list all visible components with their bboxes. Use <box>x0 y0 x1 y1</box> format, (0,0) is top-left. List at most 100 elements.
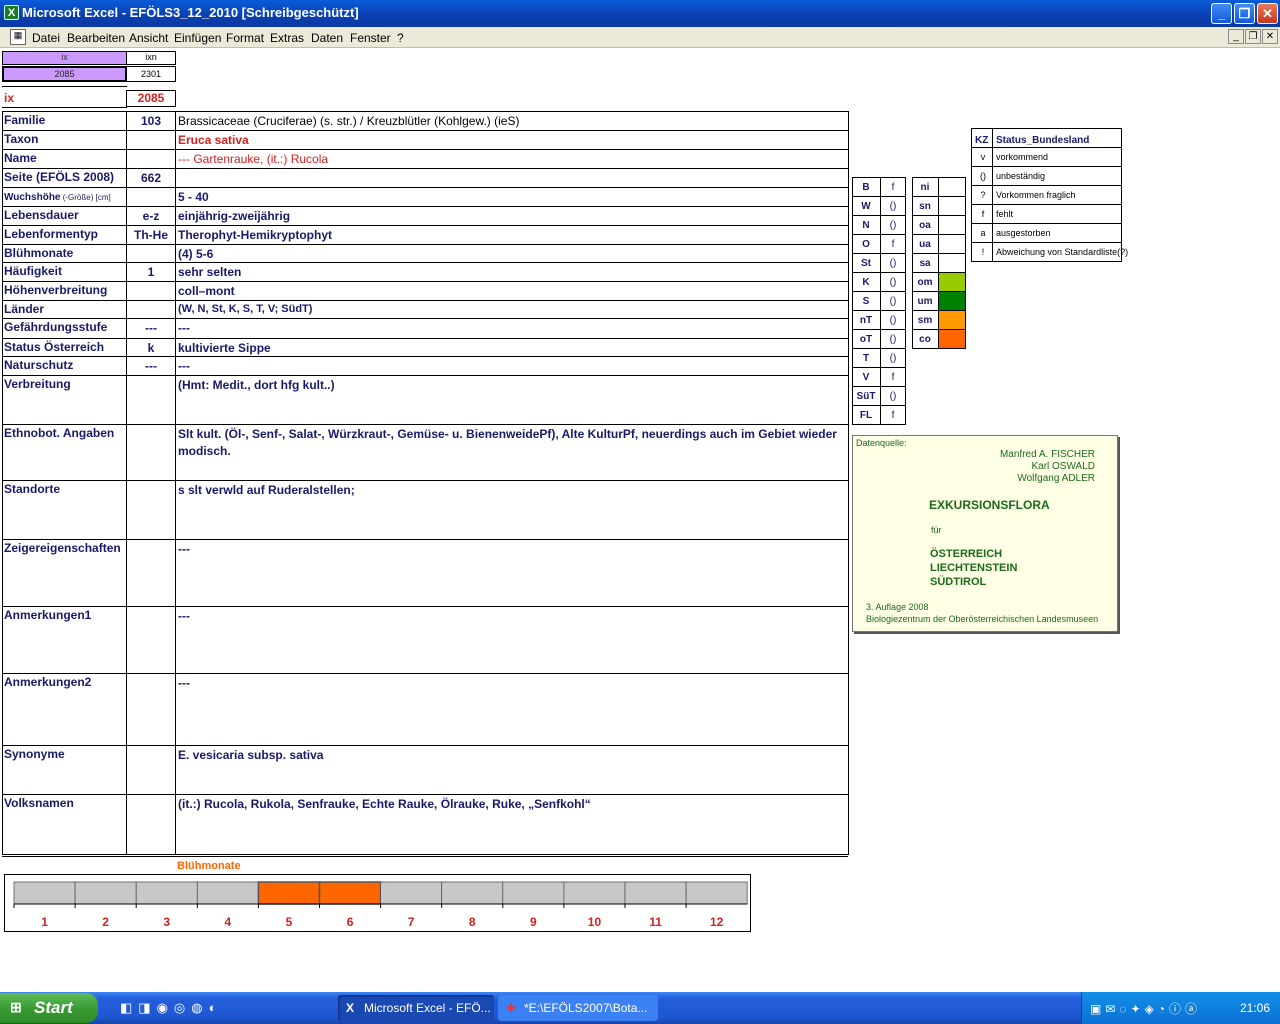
task-excel[interactable]: X Microsoft Excel - EFÖ... <box>338 995 494 1021</box>
region-code-5: K <box>862 277 870 288</box>
zone-code-4: sa <box>919 258 931 269</box>
close-button[interactable]: ✕ <box>1257 3 1278 24</box>
tray-icons[interactable]: ▣✉◌✦◈◔ⓘⓐ <box>1090 1000 1201 1017</box>
zone-color-8[interactable] <box>939 330 965 348</box>
region-code-4: St <box>861 258 871 269</box>
zone-color-5[interactable] <box>939 273 965 291</box>
menu-daten[interactable]: Daten <box>311 31 343 45</box>
book-edition: 3. Auflage 2008 <box>866 602 929 612</box>
quick-launch-icons[interactable]: ◧◨◉◎◍◐ <box>120 1000 222 1016</box>
menu-format[interactable]: Format <box>226 31 264 45</box>
title-bar: X Microsoft Excel - EFÖLS3_12_2010 [Schr… <box>0 0 1280 27</box>
window-title: Microsoft Excel - EFÖLS3_12_2010 [Schrei… <box>22 5 359 20</box>
region-value-6[interactable]: () <box>880 296 906 307</box>
region-value-8[interactable]: () <box>880 334 906 345</box>
bloom-month-label-4: 4 <box>225 915 232 929</box>
bloom-month-label-11: 11 <box>649 915 662 929</box>
menu-fenster[interactable]: Fenster <box>350 31 391 45</box>
menu-bearbeiten[interactable]: Bearbeiten <box>67 31 125 45</box>
worksheet[interactable]: ix ixn 2085 2301 ix 2085 Familie 103 Brass… <box>0 48 1280 992</box>
legend-kz-3: f <box>981 209 985 219</box>
bloom-bar-month-10 <box>563 881 626 905</box>
legend-kz-2: ? <box>980 190 986 200</box>
region-value-12[interactable]: f <box>880 410 906 421</box>
doc-minimize-icon[interactable]: _ <box>1228 29 1244 44</box>
data-source-panel: Datenquelle: Manfred A. FISCHER Karl OSW… <box>852 435 1118 632</box>
zone-code-1: sn <box>919 201 931 212</box>
clock: 21:06 <box>1239 1001 1270 1015</box>
region-code-0: B <box>862 182 870 193</box>
region-code-1: W <box>861 201 871 212</box>
menu-datei[interactable]: Datei <box>32 31 60 45</box>
region-code-8: oT <box>859 334 873 345</box>
bloom-bar-month-7 <box>380 881 443 905</box>
legend-text-4: ausgestorben <box>996 228 1051 238</box>
system-tray: ▣✉◌✦◈◔ⓘⓐ 21:06 <box>1081 992 1280 1024</box>
zone-code-2: oa <box>919 220 931 231</box>
menu-einfuegen[interactable]: Einfügen <box>174 31 221 45</box>
bloom-month-label-7: 7 <box>408 915 415 929</box>
zone-code-5: om <box>917 277 933 288</box>
start-button[interactable]: ⊞ Start <box>0 993 98 1023</box>
minimize-button[interactable]: _ <box>1211 3 1232 24</box>
region-value-2[interactable]: () <box>880 220 906 231</box>
author-1: Manfred A. FISCHER <box>999 449 1095 460</box>
bloom-month-label-8: 8 <box>469 915 476 929</box>
region-value-0[interactable]: f <box>880 182 906 193</box>
country-1: ÖSTERREICH <box>930 548 1003 560</box>
bloom-bar-month-9 <box>502 881 565 905</box>
bloom-bar-month-12 <box>685 881 748 905</box>
region-value-5[interactable]: () <box>880 277 906 288</box>
region-code-9: T <box>862 353 870 364</box>
region-code-7: nT <box>859 315 873 326</box>
zone-color-6[interactable] <box>939 292 965 310</box>
menu-bar: ▦ Datei Bearbeiten Ansicht Einfügen Form… <box>0 27 1280 48</box>
region-value-7[interactable]: () <box>880 315 906 326</box>
bloom-chart: 1 2 3 4 5 6 7 8 9 10 11 12 <box>13 881 748 929</box>
zone-color-7[interactable] <box>939 311 965 329</box>
bloom-bar-month-1 <box>13 881 76 905</box>
bloom-month-label-10: 10 <box>588 915 602 929</box>
legend-text-2: Vorkommen fraglich <box>996 190 1076 200</box>
menu-extras[interactable]: Extras <box>270 31 304 45</box>
bloom-month-label-2: 2 <box>102 915 109 929</box>
source-label: Datenquelle: <box>856 438 907 448</box>
workbook-icon[interactable]: ▦ <box>10 29 26 45</box>
bloom-month-label-5: 5 <box>286 915 293 929</box>
task-explorer[interactable]: ✚ *E:\EFÖLS2007\Bota... <box>498 995 658 1021</box>
zone-code-6: um <box>917 296 933 307</box>
region-code-11: SüT <box>856 391 876 402</box>
bloom-month-label-12: 12 <box>710 915 724 929</box>
excel-app-icon[interactable]: X <box>4 5 19 20</box>
region-code-12: FL <box>859 410 873 421</box>
author-3: Wolfgang ADLER <box>1017 473 1095 484</box>
menu-ansicht[interactable]: Ansicht <box>129 31 168 45</box>
doc-restore-icon[interactable]: ❐ <box>1245 29 1261 44</box>
bloom-bar-month-3 <box>135 881 198 905</box>
bloom-bar-month-8 <box>441 881 504 905</box>
country-2: LIECHTENSTEIN <box>930 562 1018 574</box>
excel-task-icon: X <box>346 1001 355 1015</box>
zone-code-0: ni <box>920 182 930 193</box>
taskbar: ⊞ Start ◧◨◉◎◍◐ X Microsoft Excel - EFÖ..… <box>0 992 1280 1024</box>
menu-help[interactable]: ? <box>397 31 404 45</box>
region-value-3[interactable]: f <box>880 239 906 250</box>
bloom-month-label-1: 1 <box>41 915 48 929</box>
region-value-4[interactable]: () <box>880 258 906 269</box>
zone-code-8: co <box>919 334 931 345</box>
region-value-10[interactable]: f <box>880 372 906 383</box>
book-title: EXKURSIONSFLORA <box>929 498 1050 512</box>
region-value-9[interactable]: () <box>880 353 906 364</box>
region-value-1[interactable]: () <box>880 201 906 212</box>
doc-close-icon[interactable]: ✕ <box>1262 29 1278 44</box>
zone-code-3: ua <box>919 239 931 250</box>
bloom-bar-month-4 <box>196 881 259 905</box>
bloom-bar-month-5 <box>257 881 321 905</box>
legend-kz-4: a <box>980 228 986 238</box>
region-code-6: S <box>862 296 870 307</box>
bloom-month-label-6: 6 <box>347 915 354 929</box>
zone-code-7: sm <box>917 315 933 326</box>
restore-button[interactable]: ❐ <box>1234 3 1255 24</box>
folder-task-icon: ✚ <box>506 1001 517 1015</box>
region-value-11[interactable]: () <box>880 391 906 402</box>
